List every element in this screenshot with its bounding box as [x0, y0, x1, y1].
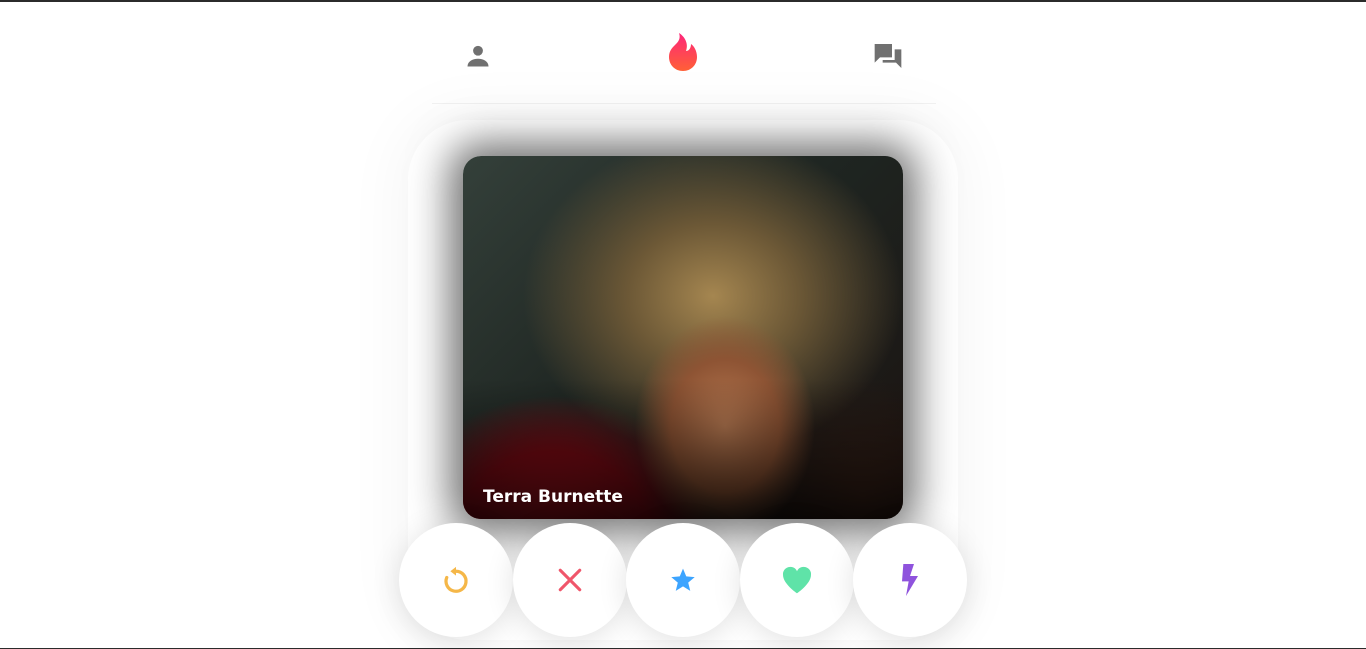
action-bar — [399, 523, 969, 637]
close-icon — [558, 568, 582, 592]
nope-button[interactable] — [513, 523, 627, 637]
flame-icon — [669, 33, 697, 71]
profile-button[interactable] — [456, 34, 500, 78]
top-nav — [432, 4, 936, 104]
profile-name: Terra Burnette — [483, 487, 623, 507]
star-icon — [671, 568, 695, 591]
chat-bubbles-icon — [874, 44, 902, 68]
messages-button[interactable] — [866, 34, 910, 78]
boost-button[interactable] — [853, 523, 967, 637]
like-button[interactable] — [740, 523, 854, 637]
super-like-button[interactable] — [626, 523, 740, 637]
rewind-icon — [444, 566, 468, 593]
heart-icon — [782, 566, 812, 594]
app-window: Terra Burnette — [0, 0, 1366, 649]
bolt-icon — [902, 564, 918, 596]
home-logo-button[interactable] — [661, 30, 705, 74]
profile-card[interactable]: Terra Burnette — [463, 156, 903, 519]
person-icon — [467, 45, 489, 67]
rewind-button[interactable] — [399, 523, 513, 637]
